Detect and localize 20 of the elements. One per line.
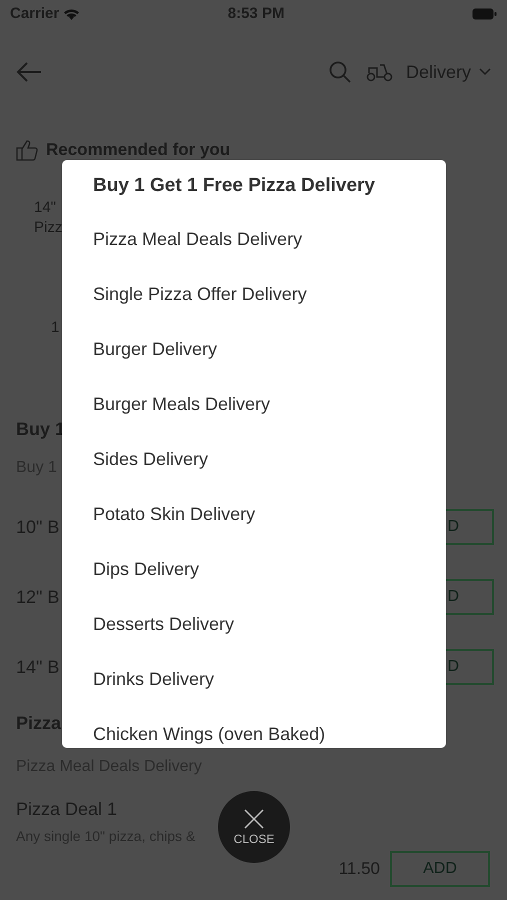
menu-item[interactable]: Dips Delivery [93,556,200,583]
menu-item[interactable]: Single Pizza Offer Delivery [93,281,307,308]
back-arrow-icon[interactable] [16,62,42,82]
thumbs-up-icon [16,139,38,161]
menu-item[interactable]: Sides Delivery [93,446,208,473]
wifi-icon [63,8,80,20]
chevron-down-icon [479,68,491,76]
menu-title: Buy 1 Get 1 Free Pizza Delivery [93,174,375,198]
menu-item[interactable]: Potato Skin Delivery [93,501,256,528]
close-icon [244,809,264,829]
battery-icon [472,8,497,20]
close-button[interactable]: CLOSE [218,791,290,863]
menu-item[interactable]: Pizza Meal Deals Delivery [93,226,302,253]
menu-item[interactable]: Desserts Delivery [93,611,234,638]
menu-item[interactable]: Burger Delivery [93,336,218,363]
menu-item[interactable]: Chicken Wings (oven Baked) [93,721,326,748]
menu-item[interactable]: Burger Meals Delivery [93,391,270,418]
scooter-icon [366,62,394,82]
search-icon[interactable] [328,61,351,83]
menu-item[interactable]: Drinks Delivery [93,666,214,693]
